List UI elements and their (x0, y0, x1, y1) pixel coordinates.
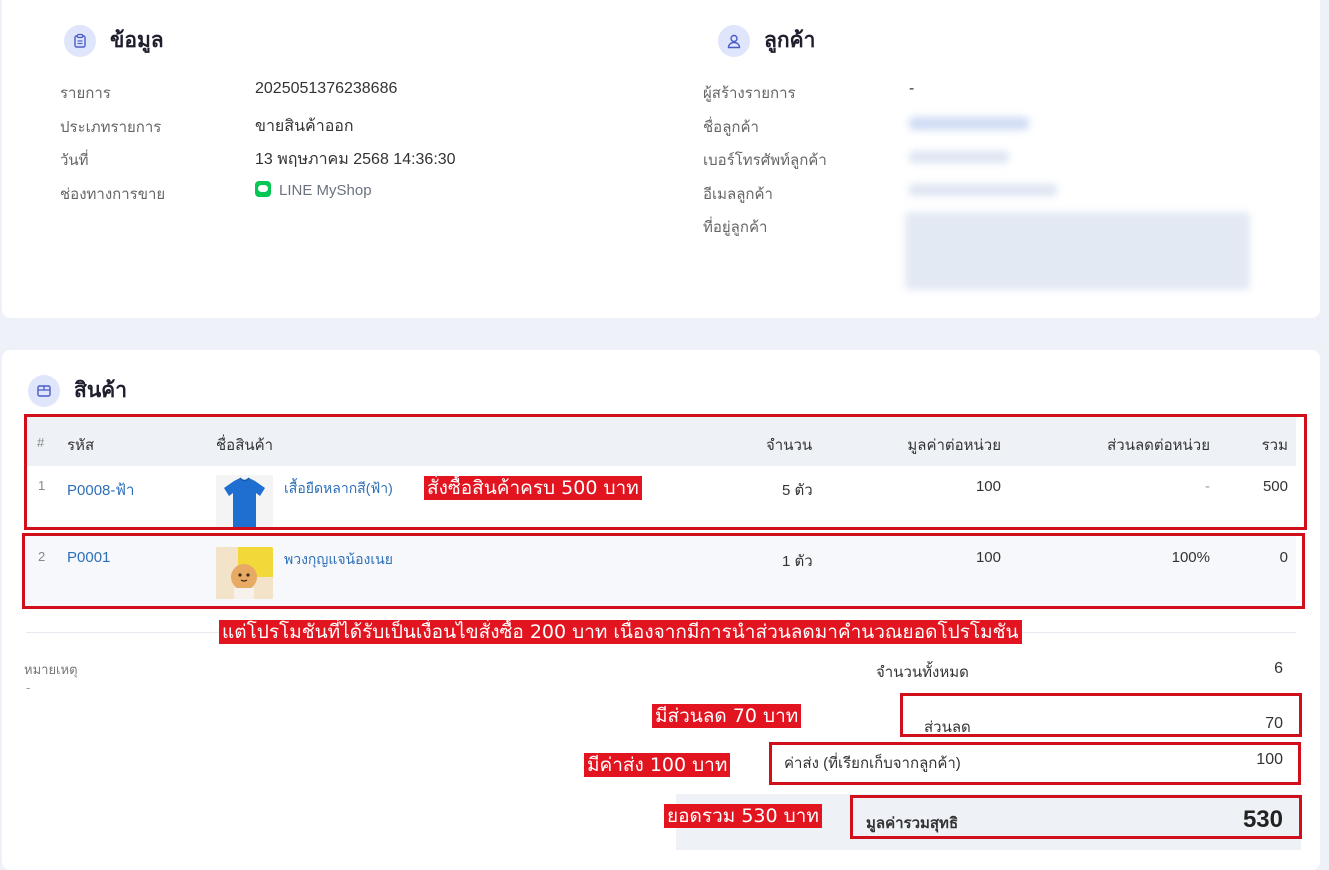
customer-email-redacted (909, 184, 1057, 196)
date-label: วันที่ (60, 152, 89, 169)
annotation-box-row1 (24, 414, 1307, 530)
total-qty-value: 6 (1274, 660, 1283, 677)
annotation-label-discount: มีส่วนลด 70 บาท (652, 704, 802, 728)
customer-title: ลูกค้า (764, 28, 816, 52)
customer-email-label: อีเมลลูกค้า (703, 186, 773, 203)
clipboard-icon (64, 24, 96, 57)
annotation-box-shipping (769, 742, 1301, 785)
order-type-value: ขายสินค้าออก (255, 118, 354, 135)
customer-name-redacted (909, 117, 1029, 130)
annotation-box-row2 (22, 533, 1305, 609)
products-section-header: สินค้า (28, 374, 127, 407)
channel-label: ช่องทางการขาย (60, 186, 166, 203)
info-title: ข้อมูล (110, 28, 164, 52)
order-id-label: รายการ (60, 85, 111, 102)
customer-address-redacted (905, 212, 1250, 290)
annotation-box-discount (900, 693, 1302, 737)
note-label: หมายเหตุ (24, 662, 78, 677)
order-type-label: ประเภทรายการ (60, 119, 162, 136)
total-qty-label: จำนวนทั้งหมด (876, 664, 969, 681)
user-icon (718, 24, 750, 57)
line-app-icon (255, 181, 271, 197)
annotation-label-500: สั่งซื้อสินค้าครบ 500 บาท (424, 476, 642, 500)
creator-value: - (909, 80, 915, 97)
annotation-label-shipping: มีค่าส่ง 100 บาท (584, 753, 731, 777)
customer-section-header: ลูกค้า (718, 24, 815, 57)
note-value: - (26, 680, 31, 695)
products-title: สินค้า (74, 378, 128, 402)
annotation-label-promo: แต่โปรโมชันที่ได้รับเป็นเงื่อนไขสั่งซื้อ… (219, 620, 1022, 644)
info-section-header: ข้อมูล (64, 24, 164, 57)
annotation-box-net (850, 795, 1302, 839)
customer-name-label: ชื่อลูกค้า (703, 119, 759, 136)
order-id-value: 2025051376238686 (255, 80, 398, 97)
creator-label: ผู้สร้างรายการ (703, 85, 796, 102)
customer-phone-label: เบอร์โทรศัพท์ลูกค้า (703, 152, 827, 169)
channel-value: LINE MyShop (255, 181, 372, 199)
customer-address-label: ที่อยู่ลูกค้า (703, 219, 768, 236)
box-icon (28, 374, 60, 407)
channel-name: LINE MyShop (279, 182, 372, 199)
annotation-label-net: ยอดรวม 530 บาท (664, 804, 822, 828)
date-value: 13 พฤษภาคม 2568 14:36:30 (255, 151, 456, 168)
customer-phone-redacted (909, 151, 1009, 163)
